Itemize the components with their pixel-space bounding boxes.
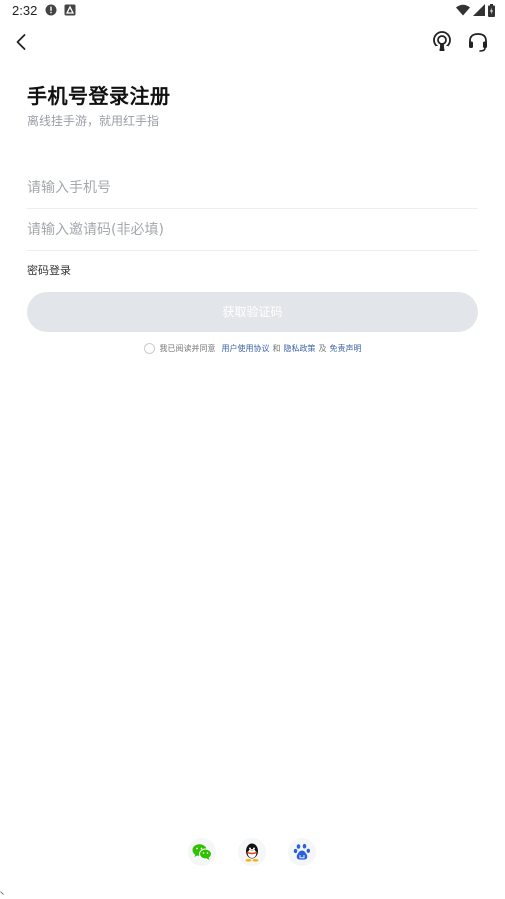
status-time: 2:32 <box>12 3 38 18</box>
qq-icon <box>245 843 259 862</box>
status-bar: 2:32 <box>0 0 505 22</box>
baidu-login-button[interactable] <box>288 838 316 866</box>
get-verification-code-button[interactable]: 获取验证码 <box>27 292 478 332</box>
app-notification-icon <box>64 4 76 16</box>
battery-icon <box>488 3 495 17</box>
wechat-login-button[interactable] <box>188 838 216 866</box>
agreement-and: 和 <box>272 344 281 353</box>
back-arrow-icon[interactable] <box>10 30 34 54</box>
nav-bar <box>0 24 505 60</box>
page-subtitle: 离线挂手游，就用红手指 <box>27 114 160 128</box>
social-login-row <box>0 838 505 866</box>
wifi-icon <box>456 4 470 16</box>
password-login-link[interactable]: 密码登录 <box>27 262 71 278</box>
phone-input[interactable] <box>27 168 478 208</box>
corner-mark-icon <box>0 891 4 895</box>
agreement-checkbox[interactable] <box>143 343 155 354</box>
agreement-prefix: 我已阅读并同意 <box>159 344 216 353</box>
agreement-and2: 及 <box>318 344 327 353</box>
page-title: 手机号登录注册 <box>27 84 171 108</box>
customer-service-headset-icon[interactable] <box>466 30 490 54</box>
baidu-icon <box>293 843 310 860</box>
cellular-signal-icon <box>473 4 485 16</box>
status-indicators <box>456 3 495 17</box>
disclaimer-link[interactable]: 免责声明 <box>330 343 362 354</box>
wechat-icon <box>192 844 212 860</box>
qq-login-button[interactable] <box>238 838 266 866</box>
alert-icon <box>45 4 57 16</box>
invite-code-field-container <box>27 210 478 251</box>
podcast-broadcast-icon[interactable] <box>430 30 454 54</box>
user-agreement-link[interactable]: 用户使用协议 <box>222 343 270 354</box>
privacy-policy-link[interactable]: 隐私政策 <box>284 343 316 354</box>
agreement-row: 我已阅读并同意 用户使用协议 和 隐私政策 及 免责声明 <box>0 343 505 354</box>
invite-code-input[interactable] <box>27 210 478 250</box>
phone-field-container <box>27 168 478 209</box>
